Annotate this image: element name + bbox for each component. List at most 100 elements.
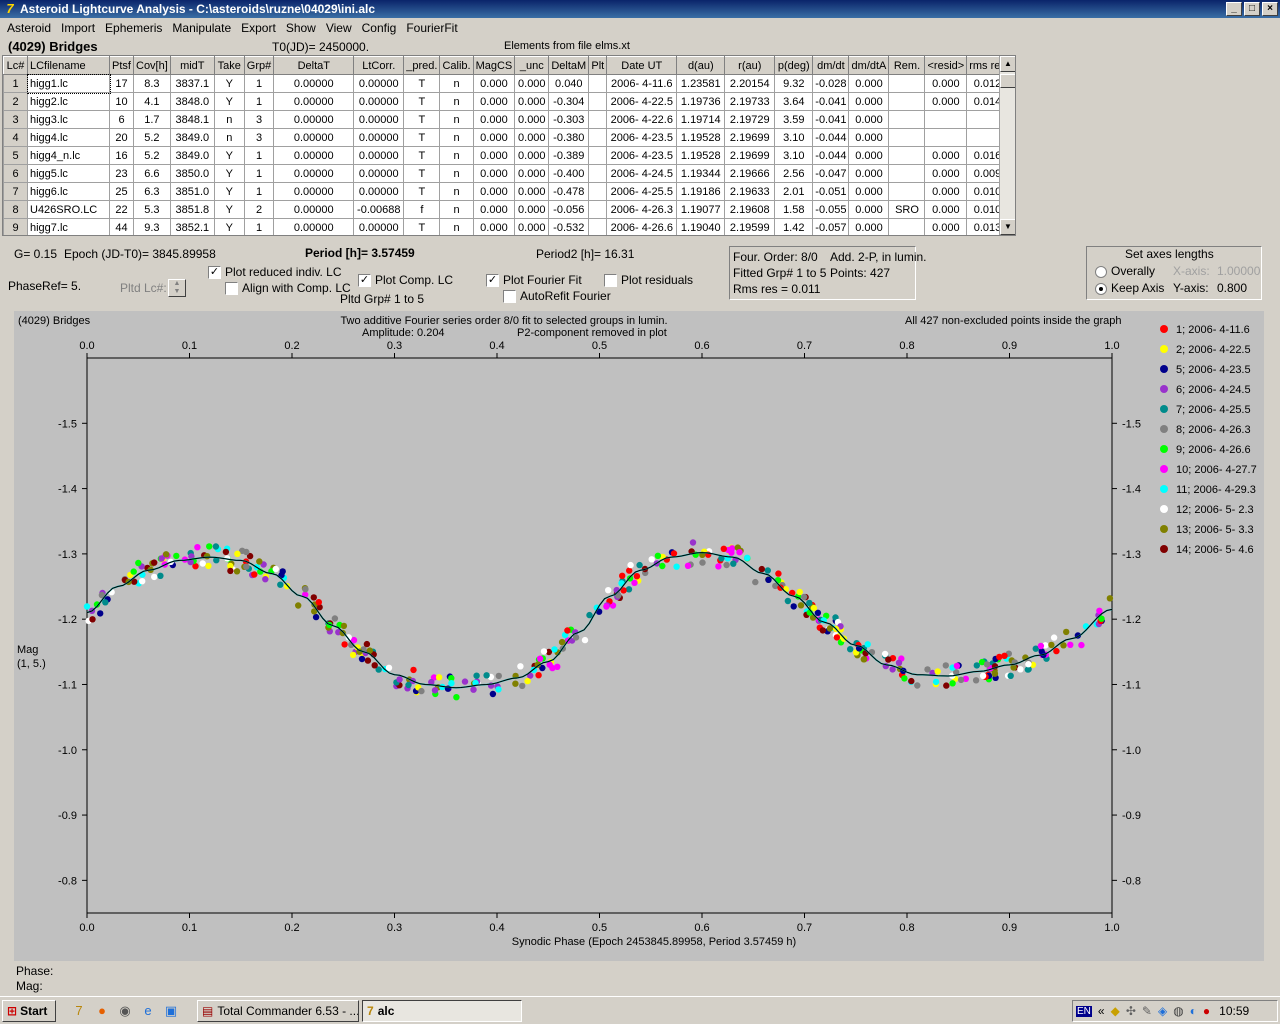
table-cell[interactable]: 0.000 [514, 128, 550, 147]
table-cell[interactable]: higg3.lc [27, 110, 110, 129]
table-cell[interactable]: 8.3 [133, 74, 171, 93]
table-cell[interactable]: 0.00000 [273, 182, 355, 201]
table-cell[interactable]: 3848.0 [169, 92, 215, 111]
table-cell[interactable]: -0.303 [548, 110, 590, 129]
row-number[interactable]: 4 [3, 128, 28, 147]
table-cell[interactable]: 0.000 [924, 92, 968, 111]
table-cell[interactable]: 1 [243, 74, 275, 93]
table-cell[interactable]: 0.000 [514, 218, 550, 235]
table-cell[interactable]: -0.057 [812, 218, 850, 235]
table-cell[interactable]: 16 [109, 146, 134, 165]
xaxis-value[interactable]: 1.00000 [1217, 264, 1260, 278]
table-cell[interactable]: 0.040 [548, 74, 590, 93]
table-cell[interactable] [888, 74, 926, 93]
table-cell[interactable]: higg1.lc [26, 73, 111, 94]
column-header[interactable]: Grp# [243, 56, 275, 75]
table-cell[interactable]: 0.000 [848, 92, 890, 111]
menu-ephemeris[interactable]: Ephemeris [100, 21, 167, 35]
table-cell[interactable] [888, 146, 926, 165]
table-cell[interactable] [588, 200, 608, 219]
column-header[interactable]: DeltaM [548, 56, 590, 75]
scroll-down-icon[interactable]: ▼ [1000, 219, 1015, 235]
maximize-button[interactable]: □ [1244, 2, 1260, 16]
autorefit-checkbox[interactable]: AutoRefit Fourier [503, 289, 611, 304]
table-cell[interactable]: -0.304 [548, 92, 590, 111]
table-cell[interactable]: n [213, 128, 245, 147]
table-cell[interactable]: 0.00000 [353, 74, 405, 93]
table-cell[interactable]: 2.19633 [724, 182, 776, 201]
table-cell[interactable]: 0.00000 [273, 92, 355, 111]
lightcurve-chart[interactable]: (4029) Bridges Two additive Fourier serie… [14, 311, 1264, 961]
table-cell[interactable]: 3 [243, 110, 275, 129]
table-cell[interactable]: 0.000 [514, 92, 550, 111]
power-icon[interactable]: ◐ [1190, 1004, 1197, 1018]
table-cell[interactable]: 0.000 [924, 74, 968, 93]
table-row[interactable]: 6 higg5.lc 23 6.6 3850.0 Y 1 0.00000 0.00000 Tn 0.… [3, 164, 1009, 183]
start-button[interactable]: ⊞ Start [2, 1000, 56, 1022]
table-cell[interactable]: 5.2 [133, 146, 171, 165]
table-cell[interactable]: n [439, 92, 474, 111]
table-cell[interactable]: 2006- 4-22.6 [606, 110, 678, 129]
table-cell[interactable] [588, 164, 608, 183]
table-cell[interactable]: 0.00000 [353, 164, 405, 183]
column-header[interactable]: Cov[h] [133, 56, 171, 75]
table-cell[interactable]: 0.000 [472, 128, 516, 147]
table-cell[interactable]: n [439, 128, 474, 147]
tray-expand-icon[interactable]: « [1098, 1004, 1105, 1018]
table-cell[interactable]: 6 [109, 110, 134, 129]
table-cell[interactable]: 2006- 4-23.5 [606, 128, 678, 147]
table-cell[interactable]: 3852.1 [169, 218, 215, 235]
table-cell[interactable]: 0.000 [848, 110, 890, 129]
table-cell[interactable]: 2.20154 [724, 74, 776, 93]
table-cell[interactable] [588, 110, 608, 129]
table-cell[interactable]: higg6.lc [27, 182, 110, 201]
table-cell[interactable]: 3848.1 [169, 110, 215, 129]
table-cell[interactable]: 0.000 [472, 74, 516, 93]
table-cell[interactable]: -0.380 [548, 128, 590, 147]
table-cell[interactable]: T [403, 164, 441, 183]
table-cell[interactable]: 23 [109, 164, 134, 183]
menu-import[interactable]: Import [56, 21, 100, 35]
table-cell[interactable]: higg5.lc [27, 164, 110, 183]
menu-manipulate[interactable]: Manipulate [167, 21, 236, 35]
table-cell[interactable]: -0.478 [548, 182, 590, 201]
table-cell[interactable] [588, 74, 608, 93]
table-cell[interactable]: 0.000 [848, 182, 890, 201]
table-cell[interactable]: 0.000 [924, 182, 968, 201]
table-cell[interactable]: 0.00000 [273, 74, 355, 93]
column-header[interactable]: Ptsf [109, 56, 134, 75]
table-cell[interactable]: -0.055 [812, 200, 850, 219]
plot-comp-checkbox[interactable]: ✓ Plot Comp. LC [358, 273, 453, 288]
alc-quicklaunch-icon[interactable]: 7 [70, 1002, 88, 1020]
table-row[interactable]: 5 higg4_n.lc 16 5.2 3849.0 Y 1 0.00000 0.00000 Tn… [3, 146, 1009, 165]
table-cell[interactable]: T [403, 146, 441, 165]
table-cell[interactable]: 2006- 4-24.5 [606, 164, 678, 183]
table-cell[interactable]: 25 [109, 182, 134, 201]
table-cell[interactable]: 2.19699 [724, 146, 776, 165]
minimize-button[interactable]: _ [1226, 2, 1242, 16]
shield-icon[interactable]: ◆ [1111, 1004, 1120, 1018]
column-header[interactable]: MagCS [472, 56, 516, 75]
desktop-icon[interactable]: ▣ [162, 1002, 180, 1020]
table-cell[interactable]: 0.000 [472, 182, 516, 201]
column-header[interactable]: LtCorr. [353, 56, 405, 75]
table-cell[interactable]: 1.19528 [676, 146, 726, 165]
table-cell[interactable]: 2.01 [774, 182, 814, 201]
table-cell[interactable]: 0.000 [514, 110, 550, 129]
column-header[interactable]: r(au) [724, 56, 776, 75]
table-cell[interactable]: n [439, 146, 474, 165]
table-cell[interactable]: 0.000 [514, 182, 550, 201]
row-number[interactable]: 7 [3, 182, 28, 201]
table-cell[interactable]: 3849.0 [169, 128, 215, 147]
table-cell[interactable]: 0.00000 [273, 200, 355, 219]
table-cell[interactable] [888, 128, 926, 147]
table-cell[interactable]: n [439, 182, 474, 201]
table-cell[interactable]: 5.3 [133, 200, 171, 219]
table-cell[interactable]: 1.19736 [676, 92, 726, 111]
table-cell[interactable]: T [403, 218, 441, 235]
scroll-thumb[interactable] [1000, 74, 1015, 88]
table-cell[interactable]: 0.000 [848, 146, 890, 165]
table-cell[interactable]: 2.19729 [724, 110, 776, 129]
table-cell[interactable] [588, 128, 608, 147]
table-cell[interactable]: Y [213, 182, 245, 201]
